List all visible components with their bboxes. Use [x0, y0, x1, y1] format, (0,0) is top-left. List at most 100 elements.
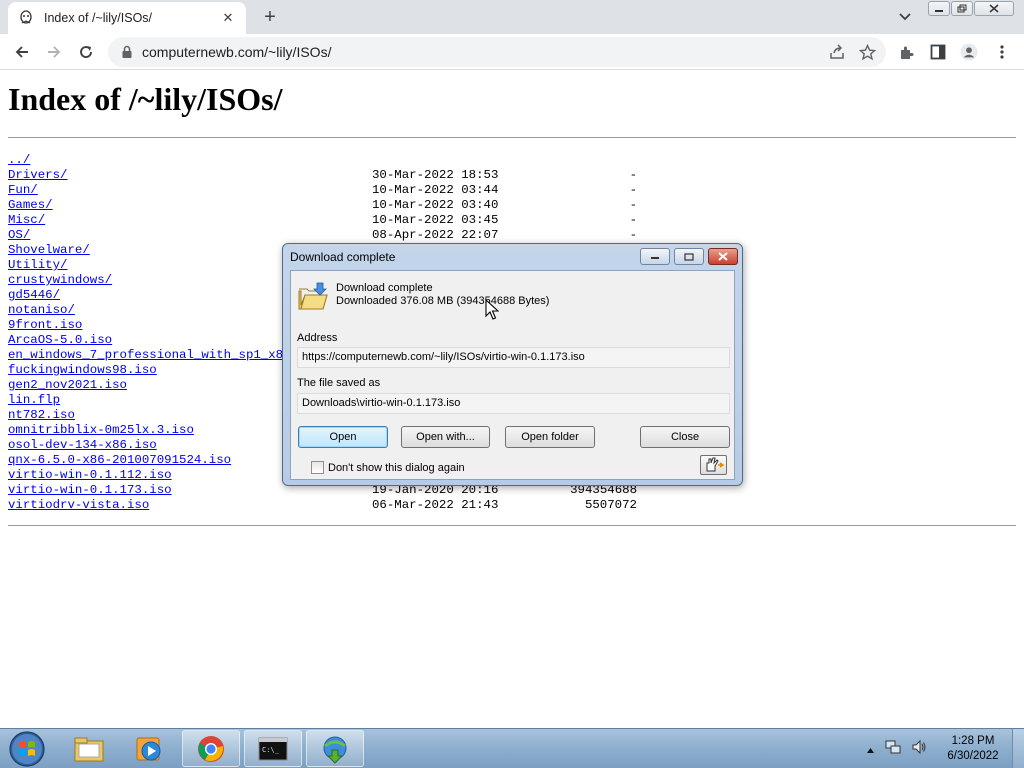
file-date: 10-Mar-2022 03:45	[372, 213, 499, 227]
side-panel-icon[interactable]	[929, 43, 947, 61]
cmd-icon[interactable]: C:\_	[244, 730, 302, 767]
listing-row: ../	[8, 153, 648, 168]
close-window-button[interactable]	[974, 1, 1014, 16]
listing-row: virtiodrv-vista.iso 06-Mar-2022 21:43 5507…	[8, 498, 648, 513]
address-field[interactable]: https://computernewb.com/~lily/ISOs/virt…	[297, 347, 730, 368]
file-link[interactable]: virtio-win-0.1.112.iso	[8, 468, 172, 483]
restore-window-button[interactable]	[951, 1, 973, 16]
share-icon[interactable]	[828, 43, 846, 61]
dont-show-again-label: Don't show this dialog again	[328, 461, 465, 474]
show-hidden-icons-icon[interactable]	[866, 741, 875, 759]
bookmark-star-icon[interactable]	[858, 43, 876, 61]
forward-icon[interactable]	[42, 40, 66, 64]
file-link[interactable]: crustywindows/	[8, 273, 112, 288]
open-button[interactable]: Open	[298, 426, 388, 448]
new-tab-button[interactable]: +	[258, 6, 282, 28]
file-link[interactable]: Fun/	[8, 183, 38, 198]
file-link[interactable]: 9front.iso	[8, 318, 82, 333]
listing-row: OS/08-Apr-2022 22:07 -	[8, 228, 648, 243]
idm-icon[interactable]	[306, 730, 364, 767]
dont-show-again-checkbox[interactable]: Don't show this dialog again	[311, 461, 465, 474]
file-link[interactable]: Drivers/	[8, 168, 68, 183]
address-bar[interactable]: computernewb.com/~lily/ISOs/	[108, 37, 886, 67]
file-link[interactable]: virtiodrv-vista.iso	[8, 498, 149, 513]
clock-time: 1:28 PM	[951, 735, 995, 747]
dialog-title: Download complete	[290, 250, 396, 264]
minimize-window-button[interactable]	[928, 1, 950, 16]
listing-row: Games/10-Mar-2022 03:40 -	[8, 198, 648, 213]
top-divider	[8, 137, 1016, 138]
file-link[interactable]: lin.flp	[8, 393, 60, 408]
clock-date: 6/30/2022	[947, 750, 999, 762]
page-heading: Index of /~lily/ISOs/	[8, 81, 283, 117]
close-button[interactable]: Close	[640, 426, 730, 448]
chrome-icon[interactable]	[182, 730, 240, 767]
file-date: 06-Mar-2022 21:43	[372, 498, 499, 512]
start-button[interactable]	[6, 730, 48, 768]
file-link[interactable]: gen2_nov2021.iso	[8, 378, 127, 393]
file-size: -	[629, 213, 637, 227]
file-link[interactable]: Misc/	[8, 213, 45, 228]
listing-row: Fun/10-Mar-2022 03:44 -	[8, 183, 648, 198]
file-link[interactable]: ArcaOS-5.0.iso	[8, 333, 112, 348]
file-link[interactable]: notaniso/	[8, 303, 75, 318]
dialog-body: Download complete Downloaded 376.08 MB (…	[290, 270, 735, 480]
tab-strip: Index of /~lily/ISOs/ ✕ +	[0, 0, 1024, 34]
saved-as-label: The file saved as	[297, 377, 381, 389]
file-date: 10-Mar-2022 03:44	[372, 183, 499, 197]
file-link[interactable]: OS/	[8, 228, 30, 243]
file-size: -	[629, 183, 637, 197]
file-size: -	[629, 228, 637, 242]
file-link[interactable]: Shovelware/	[8, 243, 90, 258]
extensions-icon[interactable]	[897, 43, 915, 61]
folder-download-icon	[297, 281, 329, 313]
file-link[interactable]: en_windows_7_professional_with_sp1_x86	[8, 348, 291, 363]
file-link[interactable]: ../	[8, 153, 30, 168]
explorer-icon[interactable]	[60, 730, 118, 767]
idm-hand-icon-button[interactable]	[700, 455, 727, 475]
download-complete-dialog: Download complete Download complete Down…	[282, 243, 743, 486]
dialog-close-button[interactable]	[708, 248, 738, 265]
file-link[interactable]: qnx-6.5.0-x86-201007091524.iso	[8, 453, 231, 468]
file-link[interactable]: virtio-win-0.1.173.iso	[8, 483, 172, 498]
profile-avatar-icon[interactable]	[960, 43, 978, 61]
listing-row: Misc/10-Mar-2022 03:45 -	[8, 213, 648, 228]
file-link[interactable]: Utility/	[8, 258, 68, 273]
menu-kebab-icon[interactable]	[993, 43, 1011, 61]
tab-close-icon[interactable]: ✕	[220, 10, 236, 26]
mouse-cursor-icon	[485, 298, 500, 321]
address-label: Address	[297, 332, 338, 344]
file-size: -	[629, 198, 637, 212]
file-link[interactable]: Games/	[8, 198, 53, 213]
file-link[interactable]: gd5446/	[8, 288, 60, 303]
browser-tab[interactable]: Index of /~lily/ISOs/ ✕	[8, 2, 246, 34]
lock-icon[interactable]	[120, 45, 134, 59]
back-icon[interactable]	[10, 40, 34, 64]
favicon-icon	[18, 10, 34, 26]
file-link[interactable]: osol-dev-134-x86.iso	[8, 438, 157, 453]
listing-row: Drivers/30-Mar-2022 18:53 -	[8, 168, 648, 183]
clock[interactable]: 1:28 PM 6/30/2022	[940, 734, 1006, 764]
saved-as-field[interactable]: Downloads\virtio-win-0.1.173.iso	[297, 393, 730, 414]
file-size: -	[629, 168, 637, 182]
url-text: computernewb.com/~lily/ISOs/	[142, 44, 332, 60]
file-link[interactable]: fuckingwindows98.iso	[8, 363, 157, 378]
download-status: Download complete Downloaded 376.08 MB (…	[336, 282, 549, 308]
open-folder-button[interactable]: Open folder	[505, 426, 595, 448]
reload-icon[interactable]	[74, 40, 98, 64]
file-link[interactable]: omnitribblix-0m25lx.3.iso	[8, 423, 194, 438]
network-icon[interactable]	[885, 739, 901, 760]
status-line: Download complete	[336, 282, 433, 294]
checkbox-box[interactable]	[311, 461, 324, 474]
volume-icon[interactable]	[911, 739, 927, 760]
tab-search-icon[interactable]	[895, 8, 915, 26]
open-with-button[interactable]: Open with...	[401, 426, 490, 448]
bottom-divider	[8, 525, 1016, 526]
file-date: 30-Mar-2022 18:53	[372, 168, 499, 182]
file-link[interactable]: nt782.iso	[8, 408, 75, 423]
media-player-icon[interactable]	[120, 730, 178, 767]
dialog-maximize-button[interactable]	[674, 248, 704, 265]
dialog-minimize-button[interactable]	[640, 248, 670, 265]
browser-toolbar: computernewb.com/~lily/ISOs/	[0, 34, 1024, 70]
show-desktop-button[interactable]	[1012, 729, 1024, 768]
